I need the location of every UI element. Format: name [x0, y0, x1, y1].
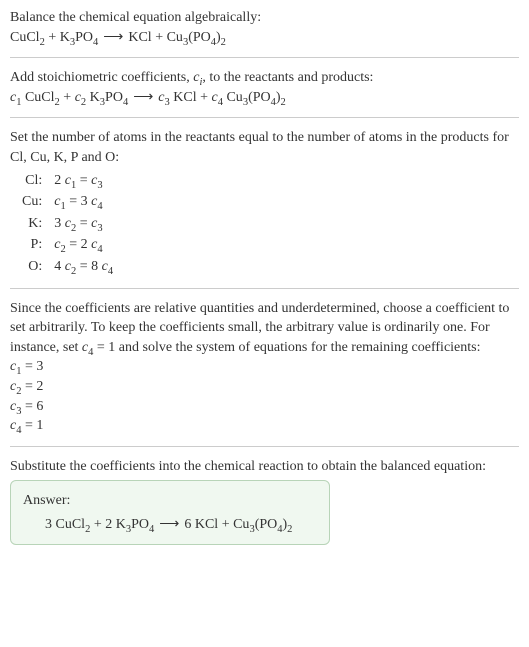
element-label: O:	[16, 256, 48, 278]
divider	[10, 288, 519, 289]
section-balance-intro: Balance the chemical equation algebraica…	[10, 8, 519, 47]
species-k3po4: K3PO4	[60, 30, 99, 45]
section-atom-balance: Set the number of atoms in the reactants…	[10, 128, 519, 277]
coefficient-list: c1 = 3c2 = 2c3 = 6c4 = 1	[10, 357, 519, 435]
coefficient-row: c3 = 6	[10, 397, 519, 417]
element-label: Cu:	[16, 191, 48, 213]
species-cu3po42: Cu3(PO4)2	[167, 30, 226, 45]
section-stoich: Add stoichiometric coefficients, ci, to …	[10, 68, 519, 107]
balance-row: Cl:2 c1 = c3	[16, 170, 119, 192]
balance-equation: c1 = 3 c4	[48, 191, 119, 213]
solve-line: Since the coefficients are relative quan…	[10, 299, 519, 358]
balance-equation: 3 c2 = c3	[48, 213, 119, 235]
arrow-icon: ⟶	[159, 515, 179, 535]
species-kcl: KCl	[128, 30, 151, 45]
section-solve: Since the coefficients are relative quan…	[10, 299, 519, 436]
divider	[10, 57, 519, 58]
unbalanced-equation: CuCl2 + K3PO4⟶KCl + Cu3(PO4)2	[10, 28, 519, 48]
answer-box: Answer: 3 CuCl2 + 2 K3PO4⟶6 KCl + Cu3(PO…	[10, 480, 330, 545]
balance-row: K:3 c2 = c3	[16, 213, 119, 235]
balance-equations-table: Cl:2 c1 = c3Cu:c1 = 3 c4K:3 c2 = c3P:c2 …	[16, 170, 119, 278]
balance-equation: c2 = 2 c4	[48, 234, 119, 256]
substitute-line: Substitute the coefficients into the che…	[10, 457, 519, 477]
arrow-icon: ⟶	[133, 88, 153, 108]
element-label: K:	[16, 213, 48, 235]
section-substitute: Substitute the coefficients into the che…	[10, 457, 519, 546]
balance-row: O:4 c2 = 8 c4	[16, 256, 119, 278]
divider	[10, 446, 519, 447]
arrow-icon: ⟶	[103, 28, 123, 48]
atom-balance-line: Set the number of atoms in the reactants…	[10, 128, 519, 167]
intro-line: Balance the chemical equation algebraica…	[10, 8, 519, 28]
balance-equation: 2 c1 = c3	[48, 170, 119, 192]
balance-equation: 4 c2 = 8 c4	[48, 256, 119, 278]
balance-row: P:c2 = 2 c4	[16, 234, 119, 256]
element-label: Cl:	[16, 170, 48, 192]
stoich-line: Add stoichiometric coefficients, ci, to …	[10, 68, 519, 88]
coef-equation: c1 CuCl2 + c2 K3PO4⟶c3 KCl + c4 Cu3(PO4)…	[10, 88, 519, 108]
divider	[10, 117, 519, 118]
coefficient-row: c1 = 3	[10, 357, 519, 377]
answer-label: Answer:	[23, 491, 317, 511]
coefficient-row: c2 = 2	[10, 377, 519, 397]
element-label: P:	[16, 234, 48, 256]
coefficient-row: c4 = 1	[10, 416, 519, 436]
balance-row: Cu:c1 = 3 c4	[16, 191, 119, 213]
species-cucl2: CuCl2	[10, 30, 45, 45]
balanced-equation: 3 CuCl2 + 2 K3PO4⟶6 KCl + Cu3(PO4)2	[23, 515, 317, 535]
